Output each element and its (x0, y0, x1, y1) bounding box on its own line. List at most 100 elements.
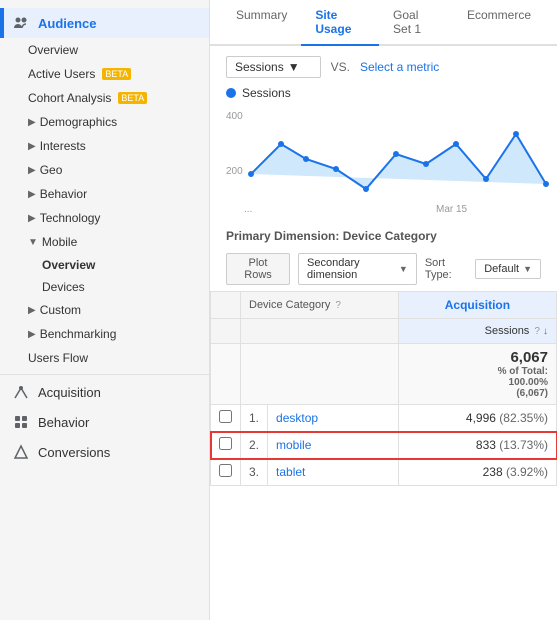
total-sessions-value: 6,067 (407, 349, 548, 366)
tab-goal-set-1[interactable]: Goal Set 1 (379, 0, 453, 46)
sidebar: Audience Overview Active Users BETA Coho… (0, 0, 210, 620)
select-metric-link[interactable]: Select a metric (360, 60, 439, 74)
th-device-category: Device Category ? (241, 292, 399, 319)
data-table: Device Category ? Acquisition Sessions ?… (210, 291, 557, 486)
total-sessions-count: (6,067) (407, 388, 548, 399)
secondary-dim-chevron: ▼ (399, 264, 408, 274)
table-controls: Plot Rows Secondary dimension ▼ Sort Typ… (210, 249, 557, 291)
sidebar-item-demographics[interactable]: ▶ Demographics (0, 110, 209, 134)
row3-num: 3. (241, 459, 268, 486)
sidebar-audience-label: Audience (38, 16, 97, 31)
mobile-arrow: ▼ (28, 237, 38, 248)
beta-badge-cohort: BETA (118, 92, 147, 104)
secondary-dimension-dropdown[interactable]: Secondary dimension ▼ (298, 253, 417, 285)
sidebar-item-users-flow[interactable]: Users Flow (0, 346, 209, 370)
row2-device[interactable]: mobile (268, 432, 399, 459)
chart-controls: Sessions ▼ VS. Select a metric (226, 56, 541, 78)
metric-selector[interactable]: Sessions ▼ (226, 56, 321, 78)
technology-arrow: ▶ (28, 213, 36, 224)
sidebar-item-mobile[interactable]: ▼ Mobile (0, 230, 209, 254)
plot-rows-button[interactable]: Plot Rows (226, 253, 290, 285)
tab-summary[interactable]: Summary (222, 0, 301, 46)
svg-text:Mar 15: Mar 15 (436, 204, 468, 214)
vs-label: VS. (331, 60, 350, 74)
chart-svg-wrapper: 400 200 Mar 15 (226, 104, 541, 217)
sidebar-item-interests[interactable]: ▶ Interests (0, 134, 209, 158)
geo-arrow: ▶ (28, 165, 36, 176)
sidebar-item-active-users[interactable]: Active Users BETA (0, 62, 209, 86)
interests-arrow: ▶ (28, 141, 36, 152)
demographics-arrow: ▶ (28, 117, 36, 128)
beta-badge-active-users: BETA (102, 68, 131, 80)
line-chart: 400 200 Mar 15 (226, 104, 557, 214)
sidebar-item-technology[interactable]: ▶ Technology (0, 206, 209, 230)
sort-chevron: ▼ (523, 264, 532, 274)
sidebar-acquisition-label: Acquisition (38, 385, 101, 400)
main-content: Summary Site Usage Goal Set 1 Ecommerce … (210, 0, 557, 620)
svg-text:200: 200 (226, 166, 243, 177)
help-icon: ? (335, 300, 341, 311)
audience-icon (12, 14, 30, 32)
row1-num: 1. (241, 405, 268, 432)
total-label-cell (241, 344, 399, 405)
acquisition-icon (12, 383, 30, 401)
tab-site-usage[interactable]: Site Usage (301, 0, 379, 46)
row3-checkbox-input[interactable] (219, 464, 232, 477)
benchmarking-arrow: ▶ (28, 329, 36, 340)
sessions-legend: Sessions (226, 86, 541, 100)
row1-checkbox[interactable] (211, 405, 241, 432)
th-acquisition: Acquisition (398, 292, 556, 319)
row1-device[interactable]: desktop (268, 405, 399, 432)
sidebar-item-mobile-devices[interactable]: Devices (0, 276, 209, 298)
primary-dimension: Primary Dimension: Device Category (210, 223, 557, 249)
sidebar-item-overview[interactable]: Overview (0, 38, 209, 62)
sidebar-item-geo[interactable]: ▶ Geo (0, 158, 209, 182)
row3-sessions: 238 (3.92%) (398, 459, 556, 486)
sidebar-item-mobile-overview[interactable]: Overview (0, 254, 209, 276)
sidebar-item-cohort-analysis[interactable]: Cohort Analysis BETA (0, 86, 209, 110)
total-checkbox-cell (211, 344, 241, 405)
row3-checkbox[interactable] (211, 459, 241, 486)
sidebar-item-custom[interactable]: ▶ Custom (0, 298, 209, 322)
svg-text:...: ... (244, 204, 252, 214)
table-row: 1. desktop 4,996 (82.35%) (211, 405, 557, 432)
row2-sessions: 833 (13.73%) (398, 432, 556, 459)
svg-text:400: 400 (226, 111, 243, 122)
total-sessions-detail: 100.00% (407, 377, 548, 388)
behavior-section-icon (12, 413, 30, 431)
sort-type-label: Sort Type: (425, 257, 467, 281)
tabs-bar: Summary Site Usage Goal Set 1 Ecommerce (210, 0, 557, 46)
custom-arrow: ▶ (28, 305, 36, 316)
row1-sessions: 4,996 (82.35%) (398, 405, 556, 432)
sidebar-item-benchmarking[interactable]: ▶ Benchmarking (0, 322, 209, 346)
th-device-empty (241, 319, 399, 344)
sidebar-section-behavior[interactable]: Behavior (0, 407, 209, 437)
sidebar-section-audience[interactable]: Audience (0, 8, 209, 38)
row2-checkbox[interactable] (211, 432, 241, 459)
sort-type-dropdown[interactable]: Default ▼ (475, 259, 541, 279)
th-sessions[interactable]: Sessions ? ↓ (398, 319, 556, 344)
row2-num: 2. (241, 432, 268, 459)
table-row-highlighted: 2. mobile 833 (13.73%) (211, 432, 557, 459)
total-sessions-cell: 6,067 % of Total: 100.00% (6,067) (398, 344, 556, 405)
sidebar-section-acquisition[interactable]: Acquisition (0, 374, 209, 407)
behavior-arrow: ▶ (28, 189, 36, 200)
table-row: 3. tablet 238 (3.92%) (211, 459, 557, 486)
sidebar-conversions-label: Conversions (38, 445, 110, 460)
table-total-row: 6,067 % of Total: 100.00% (6,067) (211, 344, 557, 405)
sessions-legend-dot (226, 88, 236, 98)
sidebar-behavior-label: Behavior (38, 415, 89, 430)
th-checkbox (211, 292, 241, 319)
row3-device[interactable]: tablet (268, 459, 399, 486)
sidebar-item-behavior[interactable]: ▶ Behavior (0, 182, 209, 206)
metric-dropdown-arrow: ▼ (288, 60, 300, 74)
row2-checkbox-input[interactable] (219, 437, 232, 450)
sessions-legend-label: Sessions (242, 86, 291, 100)
sessions-help-icon: ? (534, 326, 540, 337)
sessions-sort-arrow: ↓ (543, 326, 548, 337)
sidebar-section-conversions[interactable]: Conversions (0, 437, 209, 467)
row1-checkbox-input[interactable] (219, 410, 232, 423)
th-checkbox-2 (211, 319, 241, 344)
table-area: Device Category ? Acquisition Sessions ?… (210, 291, 557, 620)
tab-ecommerce[interactable]: Ecommerce (453, 0, 545, 46)
